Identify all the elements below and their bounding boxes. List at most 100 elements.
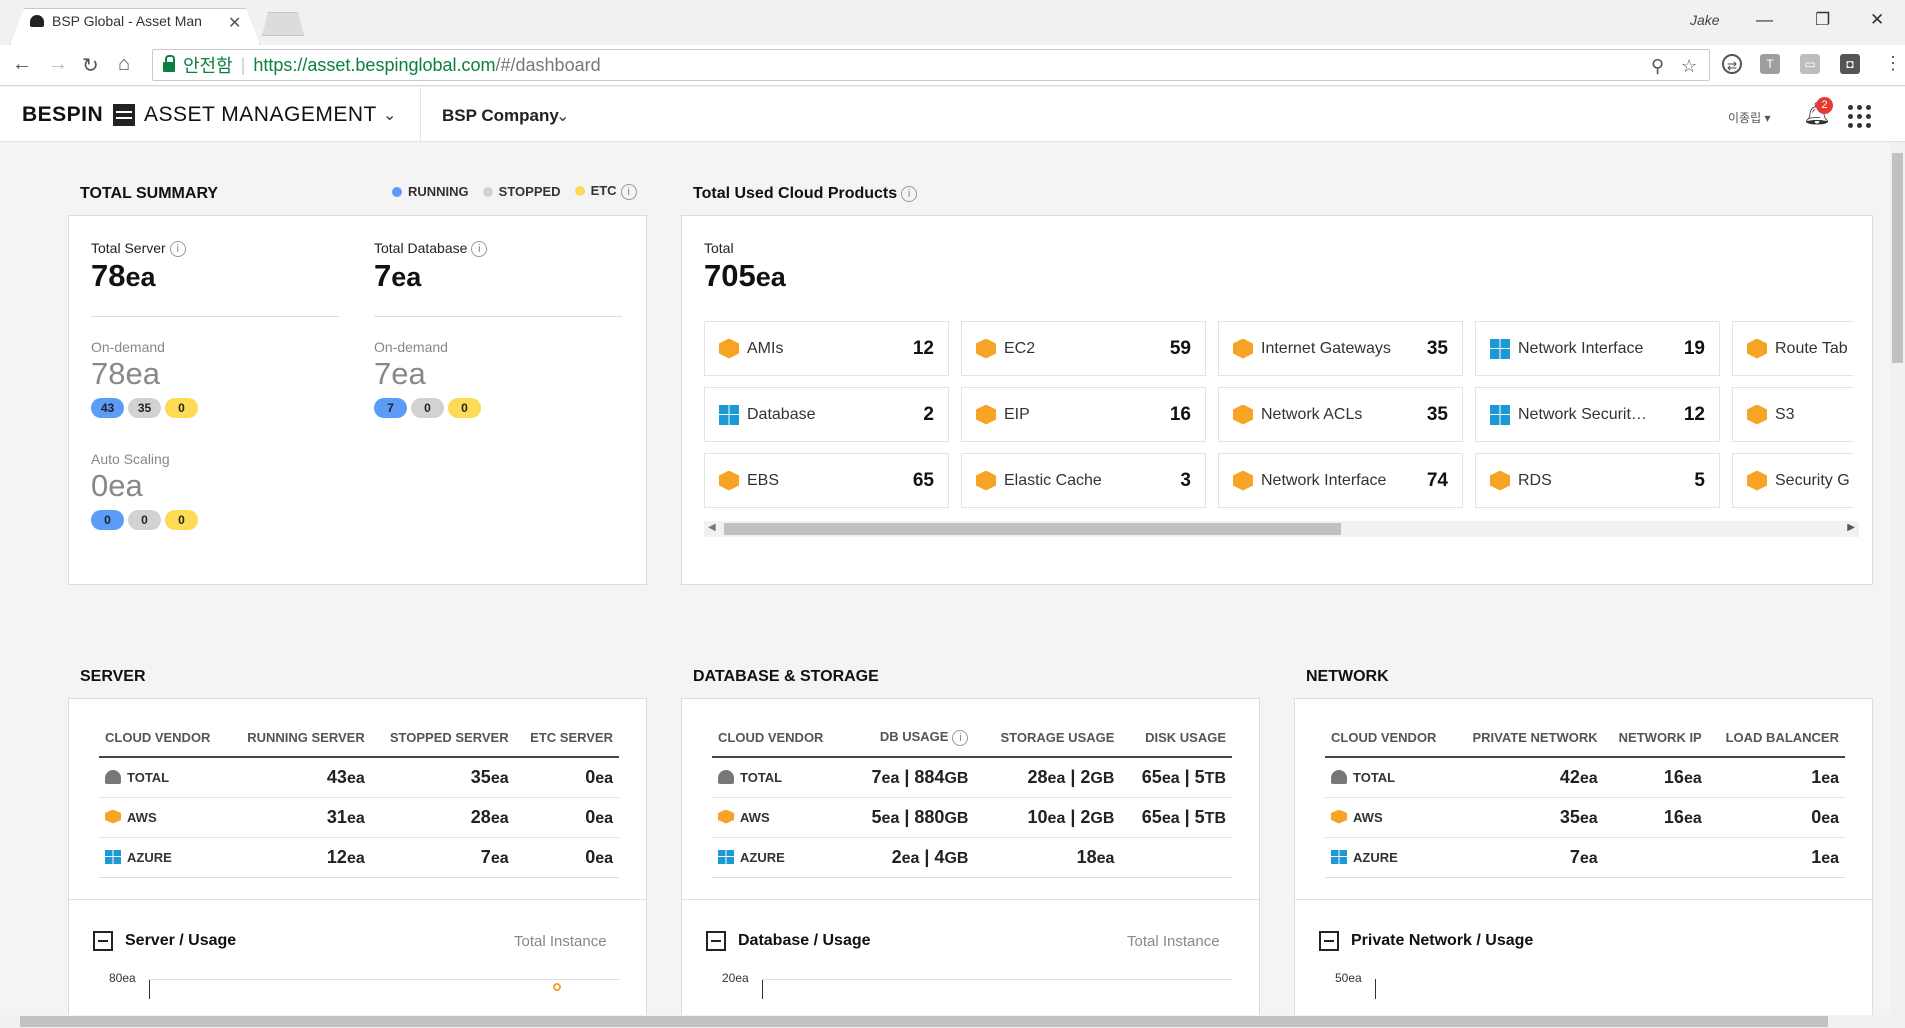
server-ondemand-value: 78ea <box>91 356 160 391</box>
extension-sync-icon[interactable]: ⇄ <box>1722 54 1742 74</box>
aws-icon <box>718 809 734 824</box>
table-cell: 35ea <box>1453 797 1604 838</box>
table-cell: 7ea <box>1453 837 1604 878</box>
product-tile[interactable]: EBS 65 <box>704 453 949 508</box>
product-name: Elastic Cache <box>1004 471 1102 489</box>
app-header: BESPIN ASSET MANAGEMENT ⌄ BSP Company ⌄ … <box>0 87 1905 142</box>
menu-kebab-icon[interactable]: ⋮ <box>1884 53 1902 74</box>
page-horizontal-scrollbar[interactable] <box>0 1015 1905 1028</box>
collapse-icon[interactable] <box>706 931 726 951</box>
chevron-down-icon[interactable]: ⌄ <box>383 105 396 125</box>
apps-grid-icon[interactable] <box>1848 105 1871 128</box>
bookmark-star-icon[interactable]: ☆ <box>1681 56 1697 77</box>
extension-t-icon[interactable]: T <box>1760 54 1780 74</box>
aws-icon <box>105 809 121 824</box>
total-summary-title: TOTAL SUMMARY <box>80 185 219 202</box>
product-tile[interactable]: Database 2 <box>704 387 949 442</box>
user-menu[interactable]: 이종립 ▾ <box>1728 109 1770 126</box>
table-cell: 35ea <box>370 757 515 798</box>
page-vertical-scrollbar[interactable] <box>1890 143 1905 1015</box>
info-icon[interactable]: i <box>901 185 918 202</box>
product-tile[interactable]: Network Interface 19 <box>1475 321 1720 376</box>
product-tile[interactable]: Elastic Cache 3 <box>961 453 1206 508</box>
network-usage-heading[interactable]: Private Network / Usage <box>1319 931 1533 951</box>
zoom-icon[interactable]: ⚲ <box>1651 56 1664 77</box>
favicon-cloud-icon <box>30 15 44 27</box>
home-icon[interactable]: ⌂ <box>118 53 130 76</box>
scroll-thumb[interactable] <box>20 1016 1828 1027</box>
status-legend: RUNNING STOPPED ETC i <box>392 183 637 200</box>
scroll-left-icon[interactable]: ◀ <box>708 522 716 533</box>
product-tile[interactable]: EIP 16 <box>961 387 1206 442</box>
product-tile[interactable]: AMIs 12 <box>704 321 949 376</box>
collapse-icon[interactable] <box>93 931 113 951</box>
table-cell <box>1120 837 1232 878</box>
app-name[interactable]: ASSET MANAGEMENT <box>144 103 377 127</box>
extension-window-icon[interactable]: ▭ <box>1800 54 1820 74</box>
db-ondemand-label: On-demand <box>374 339 448 355</box>
network-card: CLOUD VENDOR PRIVATE NETWORK NETWORK IP … <box>1294 698 1873 1015</box>
product-name: EIP <box>1004 405 1030 423</box>
divider <box>1295 899 1872 900</box>
product-count: 74 <box>1426 469 1448 491</box>
product-tile[interactable]: Network Interface 74 <box>1218 453 1463 508</box>
restore-icon[interactable]: ❐ <box>1815 10 1830 30</box>
product-tile[interactable]: Network Securit… 12 <box>1475 387 1720 442</box>
stopped-badge: 35 <box>128 398 161 418</box>
scroll-right-icon[interactable]: ▶ <box>1847 522 1855 533</box>
table-cell: 5ea | 880GB <box>848 797 975 838</box>
brand-logo[interactable]: BESPIN <box>22 103 103 127</box>
grid-line <box>149 979 619 980</box>
extension-app-icon[interactable]: ◘ <box>1840 54 1860 74</box>
tab-close-icon[interactable]: ✕ <box>228 13 241 33</box>
products-scrollbar[interactable]: ◀ ▶ <box>704 521 1859 537</box>
product-tile[interactable]: Route Tab <box>1732 321 1853 376</box>
close-window-icon[interactable]: ✕ <box>1870 10 1884 30</box>
back-icon[interactable]: ← <box>12 53 32 76</box>
server-usage-heading[interactable]: Server / Usage <box>93 931 236 951</box>
collapse-icon[interactable] <box>1319 931 1339 951</box>
forward-icon[interactable]: → <box>48 53 68 76</box>
vendor-cell: TOTAL <box>99 757 229 798</box>
vendor-cell: TOTAL <box>1325 757 1454 798</box>
aws-icon <box>1331 809 1347 824</box>
new-tab-button[interactable] <box>262 12 304 36</box>
minimize-icon[interactable]: — <box>1756 10 1773 30</box>
product-count: 5 <box>1694 469 1705 491</box>
product-tile[interactable]: EC2 59 <box>961 321 1206 376</box>
table-row: AWS 31ea 28ea 0ea <box>99 797 619 838</box>
product-name: Network Interface <box>1261 471 1387 489</box>
address-input[interactable]: 안전함 | https://asset.bespinglobal.com/#/d… <box>152 49 1710 81</box>
grid-line <box>762 979 1232 980</box>
product-tile[interactable]: S3 <box>1732 387 1853 442</box>
database-usage-heading[interactable]: Database / Usage <box>706 931 871 951</box>
info-icon[interactable]: i <box>471 241 488 258</box>
table-cell: 10ea | 2GB <box>974 797 1121 838</box>
y-axis <box>762 979 763 999</box>
scroll-thumb[interactable] <box>724 523 1341 535</box>
product-tile[interactable]: RDS 5 <box>1475 453 1720 508</box>
product-count: 35 <box>1426 337 1448 359</box>
scroll-thumb[interactable] <box>1892 153 1903 363</box>
product-tile[interactable]: Network ACLs 35 <box>1218 387 1463 442</box>
info-icon[interactable]: i <box>620 183 637 200</box>
aws-icon <box>1233 404 1253 425</box>
column-header: CLOUD VENDOR <box>712 719 849 758</box>
dbstorage-title: DATABASE & STORAGE <box>693 668 879 685</box>
company-selector[interactable]: BSP Company <box>442 106 559 126</box>
profile-name[interactable]: Jake <box>1690 12 1720 28</box>
column-header: PRIVATE NETWORK <box>1453 719 1604 758</box>
reload-icon[interactable]: ↻ <box>82 53 99 78</box>
aws-icon <box>719 470 739 491</box>
running-badge: 43 <box>91 398 124 418</box>
table-cell <box>1603 837 1708 878</box>
vendor-cell: AWS <box>99 797 229 838</box>
product-name: Network Interface <box>1518 339 1644 357</box>
table-cell: 28ea <box>370 797 515 838</box>
product-tile[interactable]: Internet Gateways 35 <box>1218 321 1463 376</box>
info-icon[interactable]: i <box>169 241 186 258</box>
info-icon[interactable]: i <box>952 729 969 746</box>
address-toolbar: ← → ↻ ⌂ 안전함 | https://asset.bespinglobal… <box>0 45 1905 86</box>
product-tile[interactable]: Security G <box>1732 453 1853 508</box>
company-chevron-down-icon[interactable]: ⌄ <box>556 106 569 126</box>
